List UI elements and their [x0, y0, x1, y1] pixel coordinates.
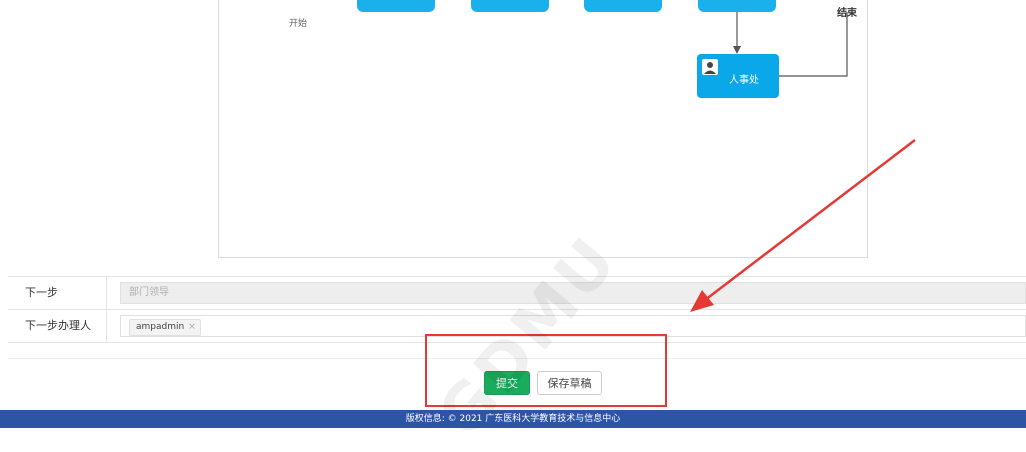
- hr-department-node[interactable]: 人事处: [697, 54, 779, 98]
- footer: 版权信息: © 2021 广东医科大学教育技术与信息中心: [0, 410, 1026, 428]
- copyright-text: 版权信息: © 2021 广东医科大学教育技术与信息中心: [405, 414, 621, 424]
- next-step-label: 下一步: [8, 277, 107, 309]
- handler-tag: ampadmin ×: [129, 319, 201, 336]
- user-avatar-icon: [702, 59, 718, 75]
- hr-node-label: 人事处: [729, 75, 759, 86]
- next-handler-label: 下一步办理人: [8, 310, 107, 342]
- handler-tag-label: ampadmin: [136, 322, 185, 332]
- tag-remove-icon[interactable]: ×: [188, 322, 196, 332]
- workflow-diagram: 开始 结束 人事处: [218, 0, 868, 258]
